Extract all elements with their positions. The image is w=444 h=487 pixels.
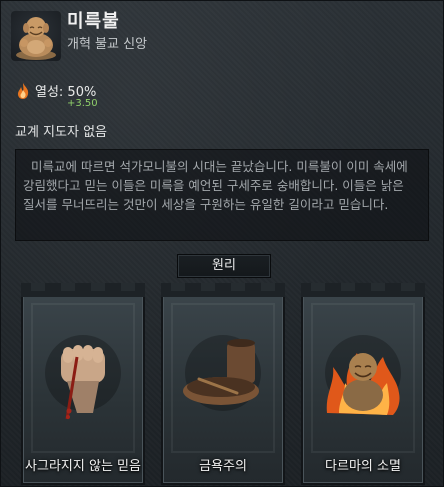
bowl-and-cup-icon bbox=[183, 335, 261, 411]
religion-panel: 미륵불 개혁 불교 신앙 열성: 50% +3.50 교계 지도자 없음 미륵교… bbox=[0, 0, 444, 487]
tenet-label: 다르마의 소멸 bbox=[325, 459, 401, 474]
religion-name: 미륵불 bbox=[67, 11, 120, 32]
buddha-statue-icon[interactable] bbox=[11, 11, 61, 61]
fervor-change: +3.50 bbox=[67, 98, 98, 109]
tenet-card[interactable]: 다르마의 소멸 bbox=[301, 283, 425, 485]
head-of-faith: 교계 지도자 없음 bbox=[15, 125, 107, 140]
tenet-card[interactable]: 금욕주의 bbox=[161, 283, 285, 485]
religion-family: 개혁 불교 신앙 bbox=[67, 37, 148, 52]
religion-description: 미륵교에 따르면 석가모니불의 시대는 끝났습니다. 미륵불이 이미 속세에 강… bbox=[23, 159, 408, 212]
tenets-header: 원리 bbox=[177, 254, 271, 278]
tenet-label: 금욕주의 bbox=[199, 459, 247, 474]
tenet-card[interactable]: 사그라지지 않는 믿음 bbox=[21, 283, 145, 485]
tenet-label: 사그라지지 않는 믿음 bbox=[25, 459, 141, 474]
burning-buddha-icon bbox=[325, 335, 401, 415]
clenched-fist-icon bbox=[45, 335, 121, 420]
flame-icon bbox=[18, 82, 29, 99]
